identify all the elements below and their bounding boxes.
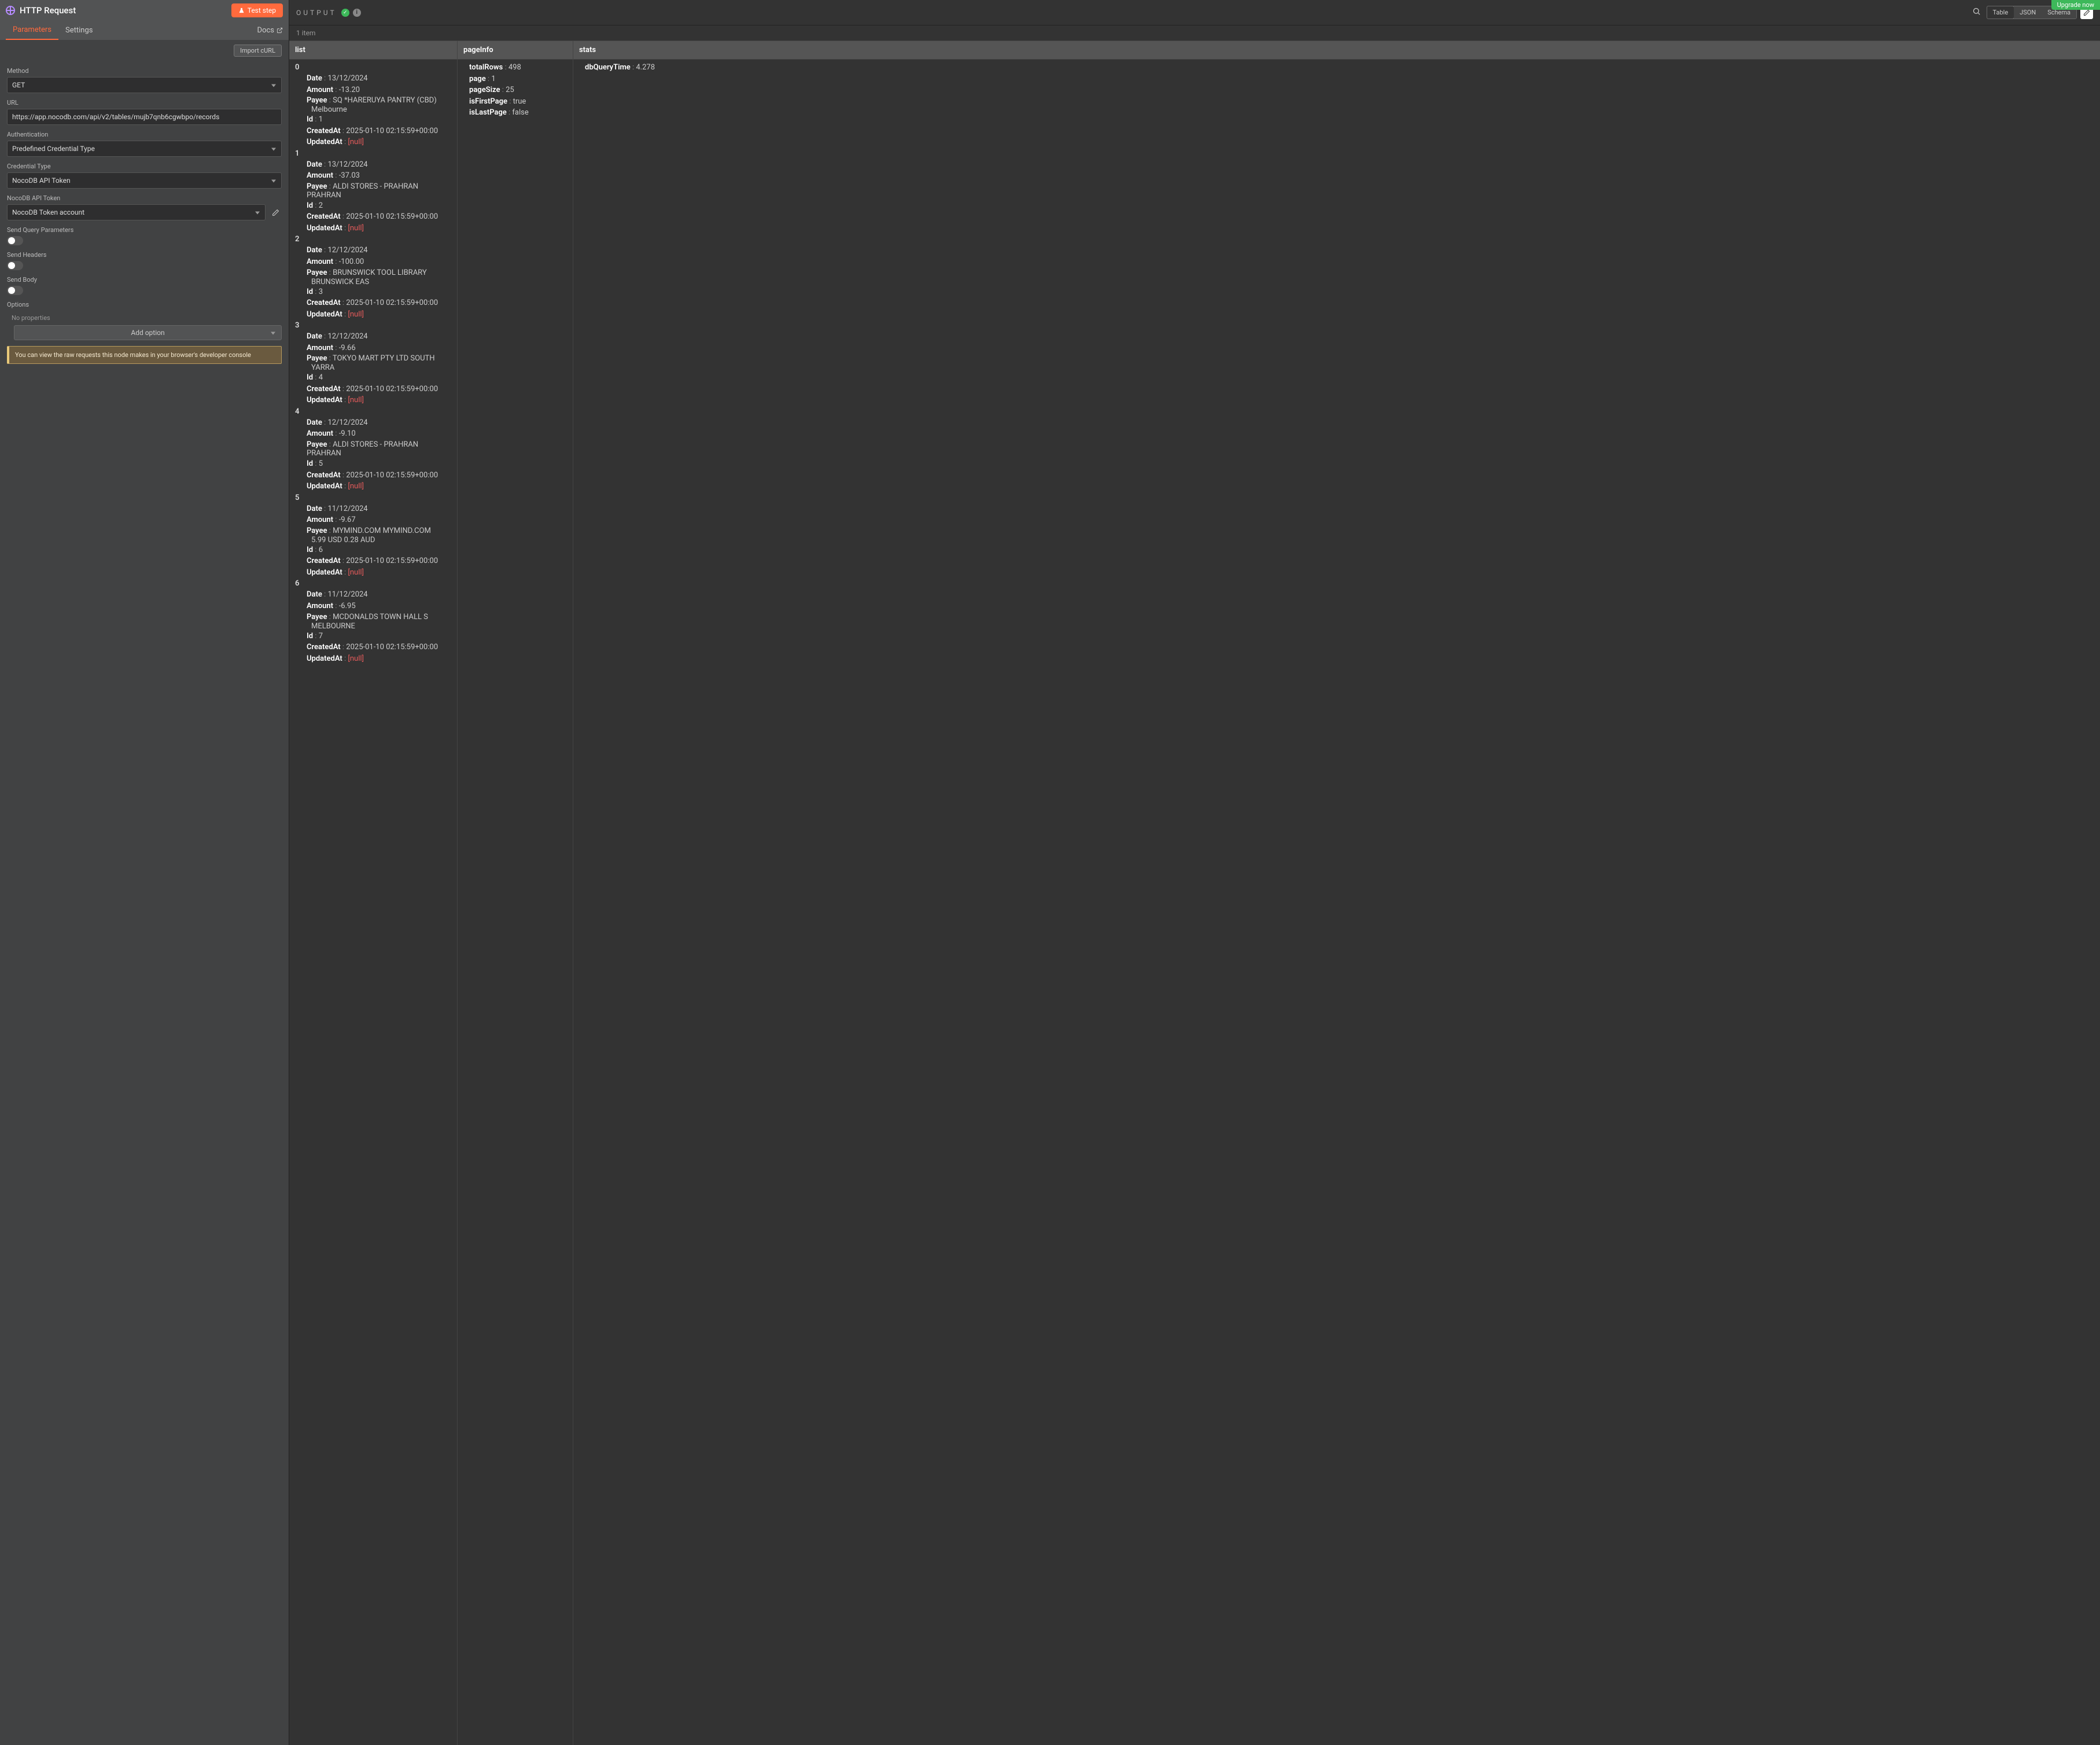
docs-link[interactable]: Docs (257, 26, 283, 35)
list-index: 1 (289, 148, 457, 159)
token-select[interactable]: NocoDB Token account (7, 204, 266, 220)
body-toggle[interactable] (7, 286, 23, 295)
list-item: Date : 12/12/2024Amount : -100.00Payee :… (289, 245, 457, 320)
auth-label: Authentication (7, 131, 282, 138)
no-properties-text: No properties (7, 311, 282, 325)
test-step-button[interactable]: Test step (231, 3, 283, 17)
item-count: 1 item (289, 25, 2100, 41)
tab-settings[interactable]: Settings (58, 21, 100, 39)
output-title: OUTPUT (296, 9, 337, 17)
headers-toggle[interactable] (7, 261, 23, 270)
method-label: Method (7, 67, 282, 75)
pageinfo-row: page : 1 (463, 73, 567, 85)
list-index: 0 (289, 62, 457, 73)
info-message: You can view the raw requests this node … (7, 346, 282, 364)
auth-select[interactable]: Predefined Credential Type (7, 141, 282, 157)
view-json-button[interactable]: JSON (2014, 6, 2042, 19)
list-item: Date : 13/12/2024Amount : -37.03Payee : … (289, 159, 457, 234)
success-check-icon (341, 9, 349, 17)
query-params-toggle[interactable] (7, 236, 23, 245)
flask-icon (238, 8, 245, 14)
credtype-label: Credential Type (7, 163, 282, 170)
col-header-stats: stats (573, 41, 2100, 59)
col-header-pageinfo: pageInfo (457, 41, 573, 59)
list-column: 0Date : 13/12/2024Amount : -13.20Payee :… (289, 60, 457, 1745)
list-item: Date : 12/12/2024Amount : -9.66Payee : T… (289, 331, 457, 406)
col-header-list: list (289, 41, 457, 59)
http-globe-icon (6, 6, 15, 15)
list-index: 4 (289, 406, 457, 417)
pageinfo-row: isLastPage : false (463, 107, 567, 119)
method-select[interactable]: GET (7, 77, 282, 93)
view-table-button[interactable]: Table (1987, 6, 2015, 19)
list-item: Date : 13/12/2024Amount : -13.20Payee : … (289, 73, 457, 148)
import-curl-button[interactable]: Import cURL (234, 45, 282, 57)
list-index: 5 (289, 492, 457, 503)
stats-row: dbQueryTime : 4.278 (579, 62, 2094, 73)
headers-label: Send Headers (7, 251, 282, 259)
stats-column: dbQueryTime : 4.278 (573, 60, 2100, 1745)
list-index: 2 (289, 234, 457, 245)
token-label: NocoDB API Token (7, 194, 282, 202)
edit-credential-icon[interactable] (269, 205, 282, 220)
list-index: 6 (289, 578, 457, 589)
upgrade-banner[interactable]: Upgrade now (2051, 0, 2100, 10)
tab-parameters[interactable]: Parameters (6, 21, 58, 40)
query-params-label: Send Query Parameters (7, 226, 282, 234)
credtype-select[interactable]: NocoDB API Token (7, 172, 282, 189)
pageinfo-row: totalRows : 498 (463, 62, 567, 73)
url-input[interactable] (7, 109, 282, 125)
add-option-button[interactable]: Add option (14, 325, 282, 340)
search-icon[interactable] (1970, 5, 1983, 20)
list-item: Date : 11/12/2024Amount : -9.67Payee : M… (289, 503, 457, 579)
list-item: Date : 12/12/2024Amount : -9.10Payee : A… (289, 417, 457, 492)
panel-title: HTTP Request (20, 5, 231, 16)
pageinfo-row: pageSize : 25 (463, 84, 567, 96)
options-label: Options (7, 301, 282, 308)
external-link-icon (277, 27, 283, 34)
list-index: 3 (289, 320, 457, 331)
pageinfo-column: totalRows : 498page : 1pageSize : 25isFi… (457, 60, 573, 1745)
list-item: Date : 11/12/2024Amount : -6.95Payee : M… (289, 589, 457, 664)
url-label: URL (7, 99, 282, 106)
pageinfo-row: isFirstPage : true (463, 96, 567, 108)
body-label: Send Body (7, 276, 282, 284)
info-icon[interactable]: i (353, 9, 361, 17)
